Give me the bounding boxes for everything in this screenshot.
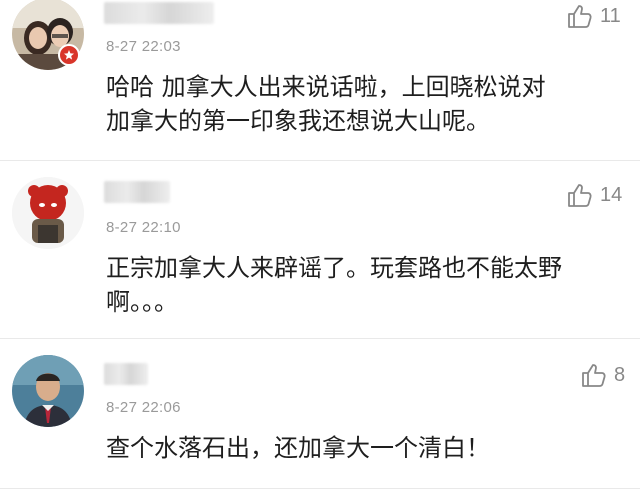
comment-text: 查个水落石出，还加拿大一个清白！	[106, 434, 490, 462]
username[interactable]	[104, 181, 170, 203]
like-count: 8	[614, 363, 626, 386]
like-button[interactable]: 8	[580, 361, 625, 389]
avatar[interactable]	[12, 177, 84, 249]
like-button[interactable]: 14	[566, 181, 622, 209]
username[interactable]	[104, 2, 214, 24]
comment-item: 8-27 22:10 14 正宗加拿大人来辟谣了。玩套路也不能太野啊。。。	[0, 161, 640, 331]
username[interactable]	[104, 363, 148, 385]
comment-text: 正宗加拿大人来辟谣了。玩套路也不能太野啊。。。	[106, 254, 562, 316]
like-count: 11	[600, 4, 621, 27]
thumbs-up-icon	[566, 181, 594, 209]
like-button[interactable]: 11	[566, 2, 621, 30]
comment-item: 8-27 22:06 8 查个水落石出，还加拿大一个清白！	[0, 339, 640, 491]
divider	[0, 488, 640, 489]
badge-icon	[58, 44, 80, 66]
timestamp: 8-27 22:10	[106, 219, 181, 236]
like-count: 14	[600, 183, 623, 206]
timestamp: 8-27 22:06	[106, 399, 181, 416]
thumbs-up-icon	[580, 361, 608, 389]
thumbs-up-icon	[566, 2, 594, 30]
avatar[interactable]	[12, 355, 84, 427]
timestamp: 8-27 22:03	[106, 38, 181, 55]
comment-item: 8-27 22:03 11 哈哈 加拿大人出来说话啦，上回晓松说对加拿大的第一印…	[0, 0, 640, 160]
comment-text: 哈哈 加拿大人出来说话啦，上回晓松说对加拿大的第一印象我还想说大山呢。	[106, 73, 546, 135]
